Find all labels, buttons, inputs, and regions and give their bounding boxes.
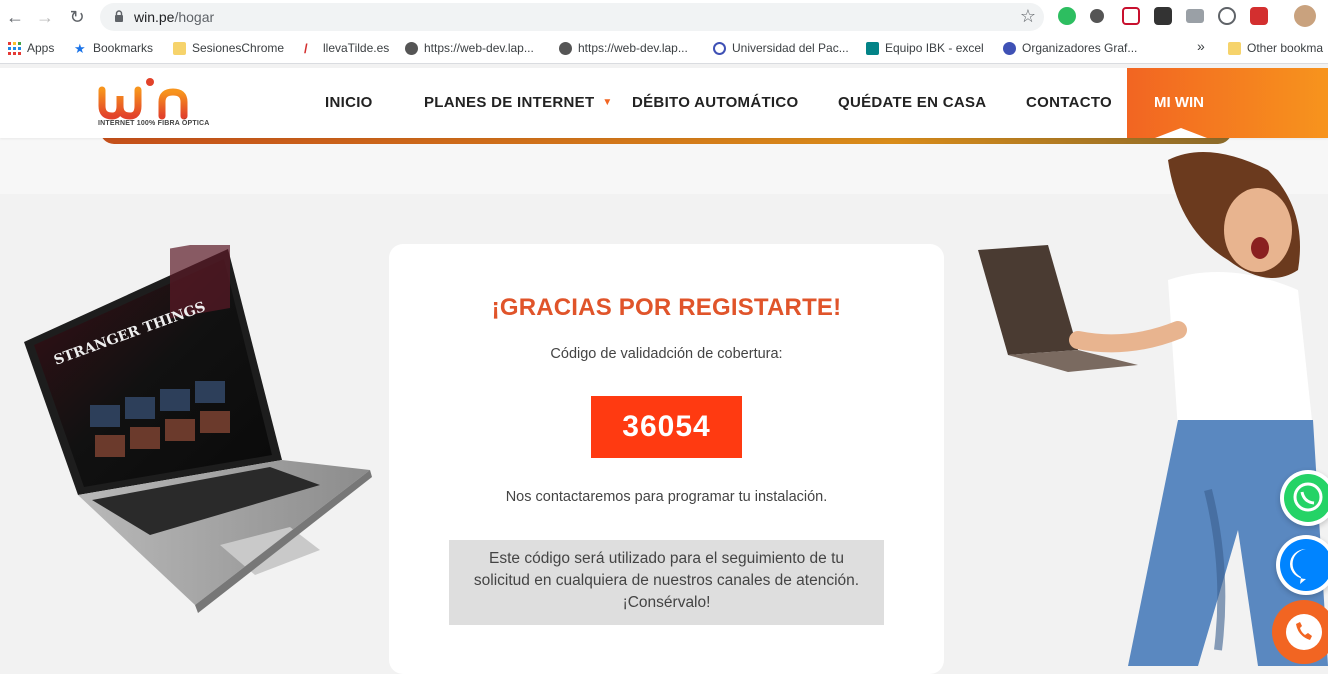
browser-toolbar: ← → ↻ win.pe/hogar ☆ <box>0 0 1328 34</box>
call-button[interactable] <box>1272 600 1328 664</box>
globe-icon <box>405 41 418 55</box>
mendeley-extension-icon[interactable] <box>1250 7 1268 25</box>
bookmark-star-icon[interactable]: ☆ <box>1020 6 1036 27</box>
laptop-image: STRANGER THINGS <box>24 245 372 613</box>
url-host: win.pe <box>134 9 175 25</box>
bookmarks-bar: Apps ★ Bookmarks SesionesChrome / llevaT… <box>0 34 1328 64</box>
thanks-title: ¡GRACIAS POR REGISTARTE! <box>491 294 842 321</box>
win-logo-icon <box>98 78 188 120</box>
nav-inicio[interactable]: INICIO <box>325 94 373 111</box>
note-line: Este código será utilizado para el segui… <box>489 550 844 567</box>
nav-quedate[interactable]: QUÉDATE EN CASA <box>838 94 986 111</box>
contact-message: Nos contactaremos para programar tu inst… <box>505 489 828 505</box>
logo-subtitle: INTERNET 100% FIBRA ÓPTICA <box>98 120 210 127</box>
bookmark-label: » <box>1197 38 1205 54</box>
whatsapp-button[interactable] <box>1280 470 1328 526</box>
bookmark-equipo-ibk[interactable]: Equipo IBK - excel <box>866 41 984 55</box>
caret-down-icon: ▼ <box>602 97 613 108</box>
c-logo-icon <box>1003 41 1016 55</box>
bookmark-webdev-2[interactable]: https://web-dev.lap... <box>559 41 688 55</box>
nav-planes-label: PLANES DE INTERNET <box>424 94 595 111</box>
mi-win-button[interactable]: MI WIN <box>1127 68 1328 138</box>
globe-icon <box>559 41 572 55</box>
site-header: INTERNET 100% FIBRA ÓPTICA INICIO PLANES… <box>0 68 1328 138</box>
code-extension-icon[interactable] <box>1218 7 1236 25</box>
bookmark-label: Equipo IBK - excel <box>885 41 984 55</box>
confirmation-card: ¡GRACIAS POR REGISTARTE! Código de valid… <box>389 244 944 674</box>
code-label: Código de validadción de cobertura: <box>550 346 783 362</box>
url-path: /hogar <box>174 9 215 25</box>
nav-contacto[interactable]: CONTACTO <box>1026 94 1112 111</box>
keep-extension-icon[interactable] <box>1154 7 1172 25</box>
bookmark-other[interactable]: Other bookma <box>1228 41 1323 55</box>
bookmark-label: SesionesChrome <box>192 41 285 55</box>
woman-with-laptop-image <box>978 152 1328 666</box>
note-line: solicitud en cualquiera de nuestros cana… <box>473 572 860 589</box>
reload-icon[interactable]: ↻ <box>66 6 88 28</box>
messenger-button[interactable] <box>1276 535 1328 595</box>
apps-grid-icon <box>8 41 21 55</box>
bookmark-organizadores[interactable]: Organizadores Graf... <box>1003 41 1137 55</box>
folder-icon <box>173 41 186 55</box>
forward-icon[interactable]: → <box>34 6 56 28</box>
bookmark-label: Other bookma <box>1247 41 1324 55</box>
extension-circle-icon[interactable] <box>1090 9 1104 23</box>
whatsapp-icon <box>1284 474 1328 522</box>
sharepoint-icon <box>866 41 879 55</box>
bookmark-apps[interactable]: Apps <box>8 41 54 55</box>
messenger-icon <box>1280 539 1328 591</box>
tilde-icon: / <box>304 40 308 56</box>
bookmark-label: https://web-dev.lap... <box>424 41 534 55</box>
nav-planes[interactable]: PLANES DE INTERNET ▼ <box>424 94 613 111</box>
win-logo[interactable]: INTERNET 100% FIBRA ÓPTICA <box>98 76 209 134</box>
address-bar[interactable]: win.pe/hogar ☆ <box>100 3 1044 31</box>
bookmark-llevatilde[interactable]: / llevaTilde.es <box>304 41 389 55</box>
bookmark-label: Organizadores Graf... <box>1022 41 1138 55</box>
evernote-extension-icon[interactable] <box>1058 7 1076 25</box>
active-indicator <box>1155 128 1207 138</box>
bookmark-sesioneschrome[interactable]: SesionesChrome <box>173 41 284 55</box>
bookmark-label: llevaTilde.es <box>323 41 390 55</box>
profile-avatar[interactable] <box>1294 5 1316 27</box>
nav-debito[interactable]: DÉBITO AUTOMÁTICO <box>632 94 799 111</box>
star-icon: ★ <box>74 40 86 56</box>
bookmark-label: https://web-dev.lap... <box>578 41 688 55</box>
back-icon[interactable]: ← <box>4 6 26 28</box>
phone-icon <box>1286 614 1322 650</box>
lock-icon <box>115 10 123 22</box>
university-icon <box>713 41 726 55</box>
bookmark-bookmarks[interactable]: ★ Bookmarks <box>74 41 153 55</box>
bookmark-label: Universidad del Pac... <box>732 41 849 55</box>
bookmark-webdev-1[interactable]: https://web-dev.lap... <box>405 41 534 55</box>
bookmark-label: Apps <box>27 41 55 55</box>
bookmark-universidad[interactable]: Universidad del Pac... <box>713 41 849 55</box>
camera-extension-icon[interactable] <box>1186 9 1204 23</box>
note-box: Este código será utilizado para el segui… <box>449 540 884 625</box>
url-text: win.pe/hogar <box>134 9 214 25</box>
folder-icon <box>1228 41 1241 55</box>
bookmark-label: Bookmarks <box>93 41 154 55</box>
bookmarks-overflow-button[interactable]: » <box>1197 38 1205 54</box>
note-line: ¡Consérvalo! <box>622 594 711 611</box>
mi-win-label: MI WIN <box>1154 94 1204 111</box>
validation-code: 36054 <box>591 396 742 458</box>
pocket-extension-icon[interactable] <box>1122 7 1140 25</box>
